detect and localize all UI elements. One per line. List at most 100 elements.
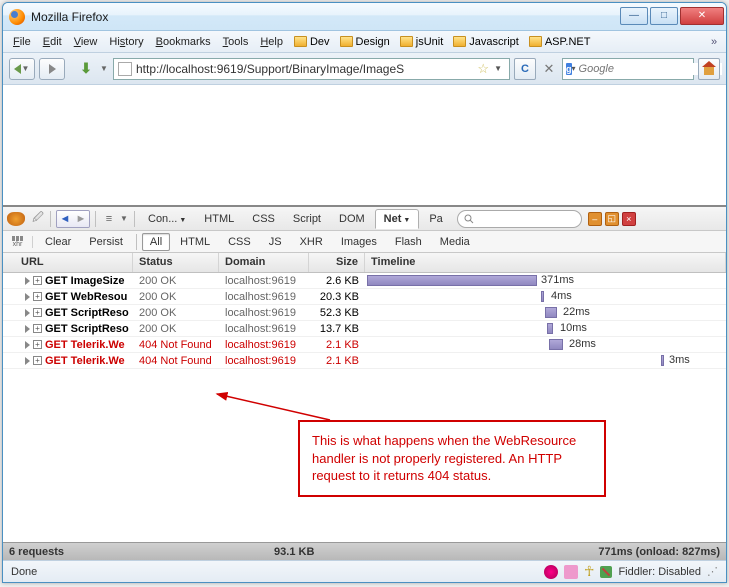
summary-time: 771ms (onload: 827ms) xyxy=(598,546,720,558)
addon-icon-2[interactable] xyxy=(564,565,578,579)
net-filter-xhr[interactable]: XHR xyxy=(292,233,331,251)
request-row[interactable]: +GET WebResou200 OKlocalhost:961920.3 KB… xyxy=(3,289,726,305)
menu-help[interactable]: Help xyxy=(254,34,289,50)
plus-icon[interactable]: + xyxy=(33,340,42,349)
col-timeline[interactable]: Timeline xyxy=(365,253,726,272)
home-button[interactable] xyxy=(698,58,720,80)
window-title: Mozilla Firefox xyxy=(31,10,618,24)
folder-icon xyxy=(400,36,413,47)
plus-icon[interactable]: + xyxy=(33,356,42,365)
net-filter-media[interactable]: Media xyxy=(432,233,478,251)
fiddler-icon[interactable] xyxy=(600,566,612,578)
firebug-icon[interactable] xyxy=(7,212,25,226)
overflow-chevron-icon[interactable]: » xyxy=(706,36,722,48)
summary-count: 6 requests xyxy=(9,546,64,558)
downloads-dropdown[interactable]: ▼ xyxy=(99,64,109,73)
tab-css[interactable]: CSS xyxy=(244,210,283,228)
col-status[interactable]: Status xyxy=(133,253,219,272)
expand-icon[interactable] xyxy=(25,277,30,285)
search-bar[interactable]: g▾ xyxy=(562,58,694,80)
maximize-button[interactable]: □ xyxy=(650,7,678,25)
minimize-button[interactable]: — xyxy=(620,7,648,25)
net-filter-all[interactable]: All xyxy=(142,233,170,251)
request-row[interactable]: +GET Telerik.We404 Not Foundlocalhost:96… xyxy=(3,353,726,369)
menu-tools[interactable]: Tools xyxy=(217,34,255,50)
bookmark-folder-jsunit[interactable]: jsUnit xyxy=(395,36,449,48)
firebug-history-nav: ◄ ► xyxy=(56,210,90,228)
nav-toolbar: ▼ ⬇ ▼ ☆ ▼ C ✕ g▾ xyxy=(3,53,726,85)
summary-size: 93.1 KB xyxy=(274,546,314,558)
ankh-icon[interactable]: ☥ xyxy=(584,563,594,580)
menu-edit[interactable]: Edit xyxy=(37,34,68,50)
firebug-detach-button[interactable]: ◱ xyxy=(605,212,619,226)
url-dropdown-icon[interactable]: ▼ xyxy=(491,64,505,73)
plus-icon[interactable]: + xyxy=(33,324,42,333)
net-filter-css[interactable]: CSS xyxy=(220,233,259,251)
firebug-search[interactable] xyxy=(457,210,582,228)
firebug-toolbar: 🖉 ◄ ► ≡▼ Con...▼ HTML CSS Script DOM Net… xyxy=(3,207,726,231)
addon-icon[interactable] xyxy=(544,565,558,579)
tab-net[interactable]: Net▼ xyxy=(375,209,420,229)
firebug-panel: 🖉 ◄ ► ≡▼ Con...▼ HTML CSS Script DOM Net… xyxy=(3,205,726,560)
net-filter-flash[interactable]: Flash xyxy=(387,233,430,251)
page-icon xyxy=(118,62,132,76)
folder-icon xyxy=(453,36,466,47)
net-filter-js[interactable]: JS xyxy=(261,233,290,251)
downloads-button[interactable]: ⬇ xyxy=(77,58,95,80)
url-input[interactable] xyxy=(136,62,475,76)
bookmark-folder-design[interactable]: Design xyxy=(335,36,395,48)
firebug-minimize-button[interactable]: – xyxy=(588,212,602,226)
url-bar[interactable]: ☆ ▼ xyxy=(113,58,510,80)
net-filter-images[interactable]: Images xyxy=(333,233,385,251)
tab-page[interactable]: Pa xyxy=(421,210,450,228)
request-row[interactable]: +GET ScriptReso200 OKlocalhost:961913.7 … xyxy=(3,321,726,337)
net-summary: 6 requests 93.1 KB 771ms (onload: 827ms) xyxy=(3,542,726,560)
tab-html[interactable]: HTML xyxy=(196,210,242,228)
firebug-back-button[interactable]: ◄ xyxy=(57,211,73,227)
bookmark-folder-javascript[interactable]: Javascript xyxy=(448,36,524,48)
col-size[interactable]: Size xyxy=(309,253,365,272)
titlebar: Mozilla Firefox — □ ✕ xyxy=(3,3,726,31)
col-domain[interactable]: Domain xyxy=(219,253,309,272)
request-row[interactable]: +GET ScriptReso200 OKlocalhost:961952.3 … xyxy=(3,305,726,321)
panel-list-icon[interactable]: ≡ xyxy=(101,213,117,225)
reload-button[interactable]: C xyxy=(514,58,536,80)
bookmark-folder-aspnet[interactable]: ASP.NET xyxy=(524,36,596,48)
firebug-forward-button[interactable]: ► xyxy=(73,211,89,227)
search-icon xyxy=(464,214,474,224)
expand-icon[interactable] xyxy=(25,341,30,349)
tab-dom[interactable]: DOM xyxy=(331,210,373,228)
close-button[interactable]: ✕ xyxy=(680,7,724,25)
bookmark-star-icon[interactable]: ☆ xyxy=(477,61,489,77)
menu-history[interactable]: History xyxy=(103,34,149,50)
resize-grip-icon[interactable]: ⋰ xyxy=(707,565,718,578)
plus-icon[interactable]: + xyxy=(33,276,42,285)
expand-icon[interactable] xyxy=(25,293,30,301)
col-url[interactable]: URL xyxy=(3,253,133,272)
expand-icon[interactable] xyxy=(25,357,30,365)
tab-script[interactable]: Script xyxy=(285,210,329,228)
net-filter-html[interactable]: HTML xyxy=(172,233,218,251)
request-row[interactable]: +GET Telerik.We404 Not Foundlocalhost:96… xyxy=(3,337,726,353)
forward-button[interactable] xyxy=(39,58,65,80)
back-button[interactable]: ▼ xyxy=(9,58,35,80)
inspect-icon[interactable]: 🖉 xyxy=(31,209,45,228)
tab-console[interactable]: Con...▼ xyxy=(140,210,194,228)
xhr-spy-icon[interactable]: xhr xyxy=(7,236,33,248)
bookmark-folder-dev[interactable]: Dev xyxy=(289,36,335,48)
expand-icon[interactable] xyxy=(25,325,30,333)
net-clear-button[interactable]: Clear xyxy=(37,233,79,251)
net-persist-button[interactable]: Persist xyxy=(81,233,131,251)
menu-file[interactable]: File xyxy=(7,34,37,50)
expand-icon[interactable] xyxy=(25,309,30,317)
plus-icon[interactable]: + xyxy=(33,292,42,301)
folder-icon xyxy=(340,36,353,47)
request-row[interactable]: +GET ImageSize200 OKlocalhost:96192.6 KB… xyxy=(3,273,726,289)
fiddler-status: Fiddler: Disabled xyxy=(618,566,701,578)
firebug-close-button[interactable]: × xyxy=(622,212,636,226)
menu-view[interactable]: View xyxy=(68,34,104,50)
plus-icon[interactable]: + xyxy=(33,308,42,317)
stop-button[interactable]: ✕ xyxy=(540,60,558,78)
net-filter-bar: xhr Clear Persist All HTML CSS JS XHR Im… xyxy=(3,231,726,253)
menu-bookmarks[interactable]: Bookmarks xyxy=(150,34,217,50)
